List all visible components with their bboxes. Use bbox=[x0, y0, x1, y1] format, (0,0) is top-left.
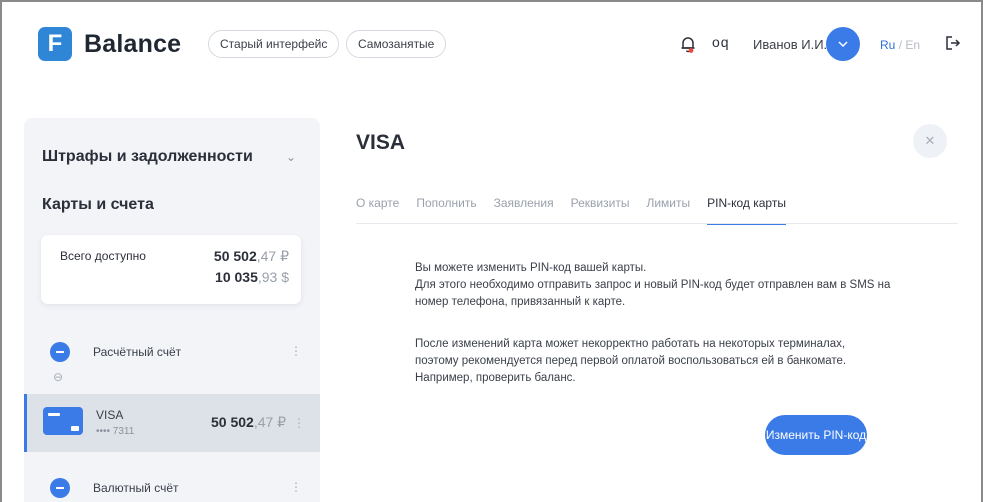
card-icon bbox=[43, 407, 83, 435]
account-name: Расчётный счёт bbox=[93, 345, 182, 359]
card-balance: 50 502,47 ₽ bbox=[211, 414, 286, 431]
page-title: VISA bbox=[356, 131, 406, 154]
lang-ru[interactable]: Ru bbox=[880, 38, 895, 52]
chat-icon[interactable]: oq bbox=[712, 34, 730, 50]
more-vertical-icon[interactable]: ⋮ bbox=[290, 344, 302, 358]
lang-separator: / bbox=[898, 38, 903, 52]
bell-icon[interactable] bbox=[678, 34, 698, 54]
chevron-down-icon[interactable]: ⌄ bbox=[286, 150, 296, 164]
logo-text: Balance bbox=[84, 29, 182, 58]
card-name: VISA bbox=[96, 408, 124, 422]
sidebar: Штрафы и задолженности ⌄ Карты и счета В… bbox=[24, 118, 320, 502]
close-icon: ✕ bbox=[924, 133, 936, 148]
total-rub-frac: ,47 ₽ bbox=[256, 248, 289, 264]
logout-icon[interactable] bbox=[944, 34, 962, 52]
total-usd-frac: ,93 $ bbox=[257, 269, 289, 285]
tab-about[interactable]: О карте bbox=[356, 196, 399, 225]
total-usd: 10 035,93 $ bbox=[215, 269, 289, 285]
more-vertical-icon[interactable]: ⋮ bbox=[293, 416, 305, 430]
total-rub: 50 502,47 ₽ bbox=[214, 248, 289, 265]
card-balance-int: 50 502 bbox=[211, 414, 254, 430]
tab-pin[interactable]: PIN-код карты bbox=[707, 196, 786, 225]
chevron-down-icon bbox=[838, 41, 848, 47]
tabs-divider bbox=[356, 223, 958, 224]
close-button[interactable]: ✕ bbox=[913, 124, 947, 158]
total-label: Всего доступно bbox=[60, 249, 146, 263]
change-pin-button[interactable]: Изменить PIN-код bbox=[765, 415, 867, 455]
total-rub-int: 50 502 bbox=[213, 248, 257, 264]
account-row-settlement[interactable]: Расчётный счёт ⋮ bbox=[24, 330, 320, 380]
more-vertical-icon[interactable]: ⋮ bbox=[290, 480, 302, 494]
account-icon bbox=[50, 478, 70, 498]
user-menu-button[interactable] bbox=[826, 27, 860, 61]
pin-info-line: номер телефона, привязанный к карте. bbox=[415, 296, 626, 308]
tab-applications[interactable]: Заявления bbox=[494, 196, 554, 225]
account-name: Валютный счёт bbox=[93, 481, 179, 495]
fines-section-title[interactable]: Штрафы и задолженности bbox=[42, 148, 253, 166]
card-balance-frac: ,47 ₽ bbox=[253, 414, 287, 430]
old-interface-button[interactable]: Старый интерфейс bbox=[208, 30, 340, 58]
card-row-visa[interactable]: VISA •••• 7311 50 502,47 ₽ ⋮ bbox=[24, 394, 320, 452]
pin-info-line: Вы можете изменить PIN-код вашей карты. bbox=[415, 262, 647, 274]
card-number: •••• 7311 bbox=[96, 426, 135, 437]
top-header: F Balance Старый интерфейс Самозанятые o… bbox=[0, 0, 983, 90]
logo[interactable]: F Balance bbox=[38, 27, 181, 61]
tab-topup[interactable]: Пополнить bbox=[416, 196, 476, 225]
cards-section-title: Карты и счета bbox=[42, 196, 154, 213]
pin-warning-line: поэтому рекомендуется перед первой оплат… bbox=[415, 355, 847, 367]
tab-requisites[interactable]: Реквизиты bbox=[571, 196, 630, 225]
lang-en[interactable]: En bbox=[905, 38, 920, 52]
account-icon bbox=[50, 342, 70, 362]
selfemployed-button[interactable]: Самозанятые bbox=[346, 30, 447, 58]
pin-info-text: Вы можете изменить PIN-код вашей карты. … bbox=[415, 260, 890, 311]
pin-warning-text: После изменений карта может некорректно … bbox=[415, 336, 846, 387]
pin-info-line: Для этого необходимо отправить запрос и … bbox=[415, 279, 891, 291]
link-icon[interactable]: ⊖ bbox=[53, 370, 63, 384]
pin-warning-line: Например, проверить баланс. bbox=[415, 372, 576, 384]
pin-warning-line: После изменений карта может некорректно … bbox=[415, 338, 846, 350]
language-switch[interactable]: Ru / En bbox=[880, 38, 920, 52]
card-tabs: О карте Пополнить Заявления Реквизиты Ли… bbox=[356, 196, 803, 225]
total-available-card: Всего доступно 50 502,47 ₽ 10 035,93 $ bbox=[41, 235, 301, 304]
total-usd-int: 10 035 bbox=[215, 269, 258, 285]
tab-limits[interactable]: Лимиты bbox=[646, 196, 690, 225]
account-row-currency[interactable]: Валютный счёт ⋮ bbox=[24, 466, 320, 502]
logo-mark: F bbox=[38, 27, 72, 61]
username[interactable]: Иванов И.И. bbox=[753, 37, 827, 52]
